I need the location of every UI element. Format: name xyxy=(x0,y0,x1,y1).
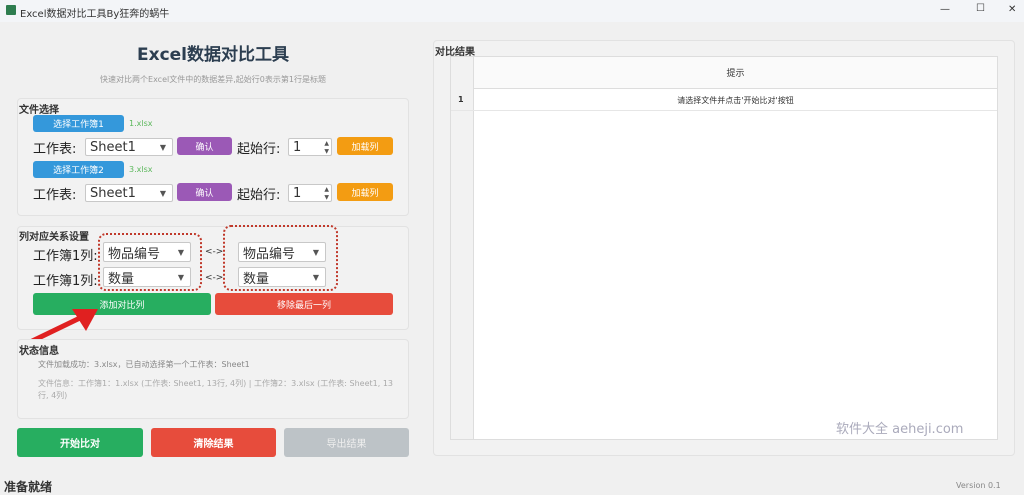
statusbar-text: 准备就绪 xyxy=(4,480,53,494)
row-text: 请选择文件并点击'开始比对'按钮 xyxy=(677,96,794,105)
workbook2-file: 3.xlsx xyxy=(129,165,153,174)
sheet2-combo[interactable]: Sheet1 ▼ xyxy=(85,184,173,202)
maximize-button[interactable]: ☐ xyxy=(976,3,985,14)
start-row1-label: 起始行: xyxy=(237,142,281,157)
spin-arrows-icon[interactable]: ▲ ▼ xyxy=(324,186,329,202)
select-workbook1-button[interactable]: 选择工作簿1 xyxy=(33,115,124,132)
results-table: 提示 1 请选择文件并点击'开始比对'按钮 xyxy=(450,56,998,440)
mapping-row1-right-combo[interactable]: 物品编号 ▼ xyxy=(238,242,326,262)
row-index: 1 xyxy=(458,95,464,104)
spin-arrows-icon[interactable]: ▲ ▼ xyxy=(324,140,329,156)
mapping-row2-label: 工作簿1列: xyxy=(33,274,98,289)
start-row1-value: 1 xyxy=(293,139,302,155)
clear-results-button[interactable]: 清除结果 xyxy=(151,428,276,457)
version-label: Version 0.1 xyxy=(956,481,1001,490)
status-line1: 文件加载成功：3.xlsx，已自动选择第一个工作表：Sheet1 xyxy=(38,360,250,369)
confirm1-button[interactable]: 确认 xyxy=(177,137,232,155)
minimize-button[interactable]: — xyxy=(940,4,950,15)
chevron-down-icon: ▼ xyxy=(159,188,166,198)
mapping-row1-left-value: 物品编号 xyxy=(108,246,161,262)
sheet1-combo[interactable]: Sheet1 ▼ xyxy=(85,138,173,156)
mapping-row2-right-value: 数量 xyxy=(243,271,270,287)
load-columns2-button[interactable]: 加载列 xyxy=(337,183,393,201)
chevron-down-icon: ▼ xyxy=(312,247,319,257)
chevron-down-icon: ▼ xyxy=(312,272,319,282)
mapping-row2-left-combo[interactable]: 数量 ▼ xyxy=(103,267,191,287)
chevron-down-icon: ▼ xyxy=(159,142,166,152)
chevron-down-icon: ▼ xyxy=(177,272,184,282)
mapping-row1-label: 工作簿1列: xyxy=(33,249,98,264)
page-subtitle: 快速对比两个Excel文件中的数据差异,起始行0表示第1行是标题 xyxy=(100,75,326,84)
sheet1-value: Sheet1 xyxy=(90,139,136,155)
status-line2: 文件信息：工作簿1：1.xlsx (工作表: Sheet1, 13行, 4列) … xyxy=(38,379,394,400)
page-title: Excel数据对比工具 xyxy=(136,45,289,65)
remove-last-column-button[interactable]: 移除最后一列 xyxy=(215,293,393,315)
load-columns1-button[interactable]: 加载列 xyxy=(337,137,393,155)
watermark: 软件大全 aeheji.com xyxy=(836,422,964,437)
app-icon xyxy=(6,5,16,15)
start-row2-label: 起始行: xyxy=(237,188,281,203)
sheet2-value: Sheet1 xyxy=(90,185,136,201)
workbook1-file: 1.xlsx xyxy=(129,119,153,128)
select-workbook2-button[interactable]: 选择工作簿2 xyxy=(33,161,124,178)
mapping-row1-left-combo[interactable]: 物品编号 ▼ xyxy=(103,242,191,262)
mapping-row2-left-value: 数量 xyxy=(108,271,135,287)
export-results-button[interactable]: 导出结果 xyxy=(284,428,409,457)
start-row2-spinbox[interactable]: 1 ▲ ▼ xyxy=(288,184,332,202)
mapping-title: 列对应关系设置 xyxy=(19,232,89,243)
sheet2-label: 工作表: xyxy=(33,188,77,203)
window-title: Excel数据对比工具By狂奔的蜗牛 xyxy=(20,9,170,20)
mapping-row1-sep: <-> xyxy=(205,247,224,257)
start-row2-value: 1 xyxy=(293,185,302,201)
row-header-column xyxy=(451,57,474,439)
title-bar: Excel数据对比工具By狂奔的蜗牛 — ☐ ✕ xyxy=(0,0,1024,22)
column-header[interactable]: 提示 xyxy=(474,57,997,89)
start-row1-spinbox[interactable]: 1 ▲ ▼ xyxy=(288,138,332,156)
table-row[interactable]: 1 请选择文件并点击'开始比对'按钮 xyxy=(451,89,997,111)
mapping-row2-sep: <-> xyxy=(205,273,224,283)
close-button[interactable]: ✕ xyxy=(1008,4,1016,15)
chevron-down-icon: ▼ xyxy=(177,247,184,257)
mapping-row1-right-value: 物品编号 xyxy=(243,246,296,262)
status-title: 状态信息 xyxy=(19,346,59,357)
mapping-row2-right-combo[interactable]: 数量 ▼ xyxy=(238,267,326,287)
file-select-title: 文件选择 xyxy=(19,105,59,116)
start-compare-button[interactable]: 开始比对 xyxy=(17,428,143,457)
confirm2-button[interactable]: 确认 xyxy=(177,183,232,201)
sheet1-label: 工作表: xyxy=(33,142,77,157)
